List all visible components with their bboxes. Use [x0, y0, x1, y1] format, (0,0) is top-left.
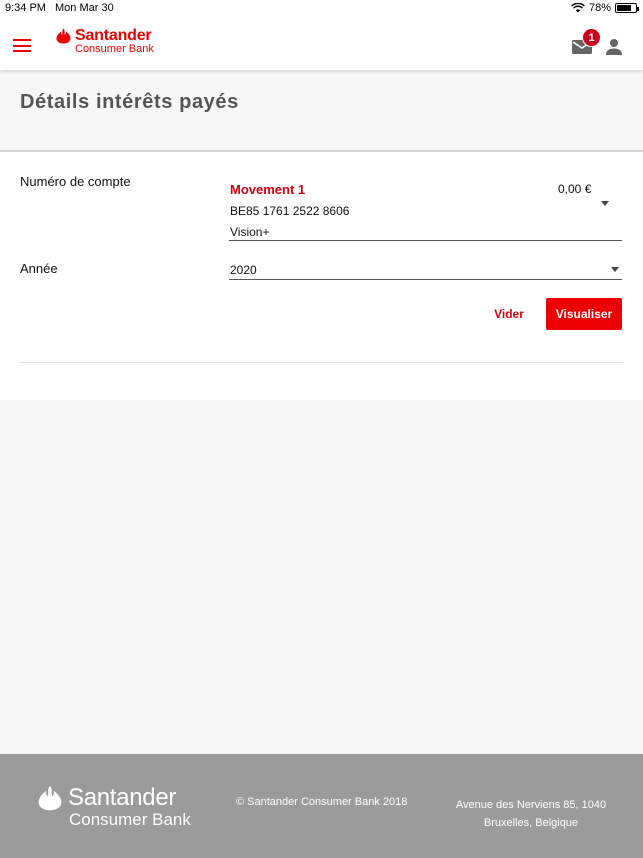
account-balance: 0,00 €: [558, 182, 592, 196]
status-bar: 9:34 PM Mon Mar 30 78%: [0, 0, 643, 18]
status-date: Mon Mar 30: [55, 2, 114, 14]
status-time: 9:34 PM: [5, 2, 46, 14]
santander-flame-icon: [56, 28, 71, 44]
battery-fill: [617, 5, 632, 11]
footer-logo-brand-text: Santander: [68, 784, 177, 811]
address-text: Avenue des Nerviens 85, 1040 Bruxelles, …: [446, 796, 616, 832]
page-title: Détails intérêts payés: [20, 91, 239, 113]
app-header: Santander Consumer Bank 1: [0, 18, 643, 70]
santander-flame-icon: [38, 785, 62, 811]
view-button[interactable]: Visualiser: [546, 298, 622, 330]
year-dropdown-caret-icon[interactable]: [611, 267, 619, 272]
footer-logo-sub-text: Consumer Bank: [69, 810, 191, 829]
notification-badge: 1: [582, 28, 601, 47]
battery-percent: 78%: [588, 2, 611, 14]
account-label: Numéro de compte: [20, 174, 131, 189]
account-number: BE85 1761 2522 8606: [230, 204, 350, 218]
user-icon[interactable]: [605, 38, 623, 56]
santander-logo[interactable]: Santander Consumer Bank: [55, 27, 154, 59]
year-value: 2020: [230, 263, 257, 277]
wifi-icon: [571, 3, 585, 13]
clear-button[interactable]: Vider: [483, 298, 535, 330]
copyright-text: © Santander Consumer Bank 2018: [236, 796, 408, 808]
footer-logo: Santander Consumer Bank: [36, 784, 191, 830]
battery-icon: [615, 3, 639, 13]
account-name: Movement 1: [230, 182, 306, 197]
address-line-2: Bruxelles, Belgique: [483, 817, 579, 829]
logo-sub-text: Consumer Bank: [75, 43, 154, 55]
account-select-underline: [229, 240, 622, 241]
form-divider: [20, 362, 623, 363]
hamburger-menu-icon[interactable]: [13, 39, 31, 52]
address-line-1: Avenue des Nerviens 85, 1040: [455, 799, 607, 811]
account-dropdown-caret-icon[interactable]: [601, 201, 609, 206]
year-select-underline: [229, 279, 622, 280]
account-product: Vision+: [230, 225, 270, 239]
status-right: 78%: [571, 2, 639, 14]
footer: Santander Consumer Bank © Santander Cons…: [0, 754, 643, 858]
year-label: Année: [20, 261, 58, 276]
